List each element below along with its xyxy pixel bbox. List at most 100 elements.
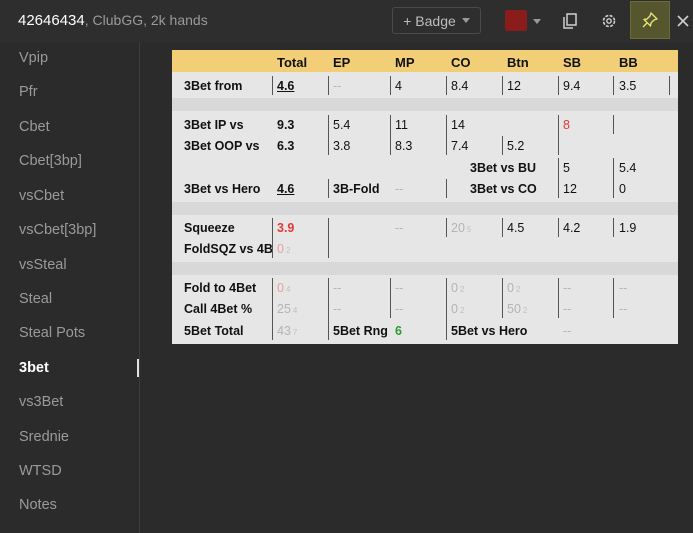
stat-value[interactable]: 8.3 (395, 139, 412, 154)
stat-value[interactable]: 25 4 (277, 302, 297, 318)
sidebar-item-vssteal[interactable]: vsSteal (19, 257, 67, 273)
pin-button[interactable] (630, 1, 670, 39)
col-header-bb: BB (619, 55, 638, 70)
sidebar-item-vscbet-3bp[interactable]: vsCbet[3bp] (19, 222, 96, 238)
stat-value[interactable]: -- (563, 302, 571, 317)
stat-value[interactable]: 8 (563, 118, 570, 133)
stat-value[interactable]: 9.3 (277, 118, 294, 133)
stat-value[interactable]: -- (333, 302, 341, 317)
close-button[interactable] (674, 7, 692, 35)
stat-value[interactable]: 4.2 (563, 221, 580, 236)
col-header-mp: MP (395, 55, 415, 70)
table-header-band (172, 50, 678, 72)
sidebar-item-srednie[interactable]: Srednie (19, 429, 69, 445)
cell-divider (558, 76, 559, 95)
cell-divider (613, 158, 614, 198)
col-header-ep: EP (333, 55, 351, 70)
copy-button[interactable] (556, 7, 584, 35)
stat-value[interactable]: 5.4 (333, 118, 350, 133)
stats-table: Total EP MP CO Btn SB BB 3Bet from 4.6 -… (172, 50, 678, 344)
row-label: FoldSQZ vs 4B (184, 242, 273, 256)
stat-value[interactable]: -- (395, 281, 403, 296)
stat-value[interactable]: 11 (395, 118, 408, 133)
cell-divider (502, 136, 503, 155)
row-label: 5Bet Rng (333, 324, 388, 338)
copy-icon (563, 13, 577, 29)
window-header: 42646434, ClubGG, 2k hands + Badge (0, 0, 693, 42)
color-swatch[interactable] (505, 10, 527, 31)
stat-value[interactable]: 12 (563, 182, 577, 197)
stat-value[interactable]: 02 (451, 302, 464, 318)
pin-icon (642, 12, 658, 28)
player-id: 42646434 (18, 12, 85, 29)
sidebar-item-vs3bet[interactable]: vs3Bet (19, 394, 63, 410)
cell-divider (446, 115, 447, 155)
add-badge-label: + Badge (403, 12, 456, 29)
add-badge-button[interactable]: + Badge (392, 7, 481, 34)
chevron-down-icon[interactable] (533, 19, 541, 24)
stat-value[interactable]: 5.2 (507, 139, 524, 154)
cell-divider (502, 278, 503, 318)
stat-value[interactable]: 02 (451, 281, 464, 297)
stat-value[interactable]: -- (619, 302, 627, 317)
stat-value[interactable]: 3.5 (619, 79, 636, 94)
sidebar-item-steal[interactable]: Steal (19, 291, 52, 307)
stat-value[interactable]: -- (395, 302, 403, 317)
sidebar-item-notes[interactable]: Notes (19, 497, 57, 513)
stat-value[interactable]: 6.3 (277, 139, 294, 154)
row-spacer (172, 262, 678, 275)
stat-value[interactable]: 4.5 (507, 221, 524, 236)
row-spacer (172, 202, 678, 215)
stat-value[interactable]: 4.6 (277, 182, 294, 197)
stat-value[interactable]: 20 5 (451, 221, 471, 237)
row-label: Fold to 4Bet (184, 281, 257, 295)
stat-value[interactable]: -- (395, 182, 403, 197)
stat-value[interactable]: -- (563, 324, 571, 339)
stat-value[interactable]: 5.4 (619, 161, 636, 176)
stat-value[interactable]: 50 2 (507, 302, 527, 318)
stat-value[interactable]: 0 (619, 182, 626, 197)
stat-value[interactable]: 7.4 (451, 139, 468, 154)
col-header-sb: SB (563, 55, 582, 70)
col-header-co: CO (451, 55, 471, 70)
stat-value[interactable]: 1.9 (619, 221, 636, 236)
stat-value[interactable]: 02 (277, 242, 290, 258)
sidebar-item-steal-pots[interactable]: Steal Pots (19, 325, 85, 341)
sidebar-item-3bet[interactable]: 3bet (19, 360, 49, 376)
row-label: 3Bet vs CO (470, 182, 537, 196)
stat-value[interactable]: -- (395, 221, 403, 236)
stat-value[interactable]: 8.4 (451, 79, 468, 94)
stat-value[interactable]: 3.9 (277, 221, 294, 236)
stat-value[interactable]: 02 (507, 281, 520, 297)
stat-value[interactable]: 12 (507, 79, 521, 94)
chevron-down-icon (461, 18, 470, 23)
settings-button[interactable] (595, 7, 623, 35)
cell-divider (502, 76, 503, 95)
stat-value[interactable]: 5 (563, 161, 570, 176)
sidebar-item-wtsd[interactable]: WTSD (19, 463, 62, 479)
sidebar-item-pfr[interactable]: Pfr (19, 84, 38, 100)
stat-value[interactable]: 3.8 (333, 139, 350, 154)
gear-icon (602, 14, 616, 28)
stat-value[interactable]: -- (333, 79, 341, 94)
cell-divider (272, 278, 273, 340)
stat-value[interactable]: -- (619, 281, 627, 296)
stats-sidebar: Vpip Pfr Cbet Cbet[3bp] vsCbet vsCbet[3b… (0, 42, 140, 533)
sidebar-item-cbet[interactable]: Cbet (19, 119, 50, 135)
stat-value[interactable]: 14 (451, 118, 465, 133)
stat-value[interactable]: 6 (395, 324, 402, 339)
stat-value[interactable]: 9.4 (563, 79, 580, 94)
stat-value[interactable]: -- (333, 281, 341, 296)
stat-value[interactable]: -- (563, 281, 571, 296)
stat-value[interactable]: 43 7 (277, 324, 297, 340)
sidebar-item-vpip[interactable]: Vpip (19, 50, 48, 66)
cell-divider (446, 218, 447, 237)
sidebar-item-cbet-3bp[interactable]: Cbet[3bp] (19, 153, 82, 169)
cell-divider (558, 115, 559, 155)
stat-value[interactable]: 4.6 (277, 79, 294, 94)
stat-value[interactable]: 04 (277, 281, 290, 297)
stat-value[interactable]: 4 (395, 79, 402, 94)
cell-divider (502, 218, 503, 237)
row-label: Squeeze (184, 221, 235, 235)
sidebar-item-vscbet[interactable]: vsCbet (19, 188, 64, 204)
